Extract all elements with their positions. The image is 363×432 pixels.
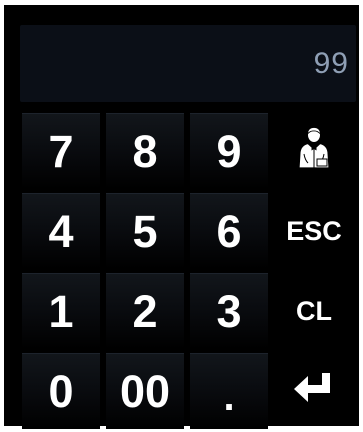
key-3-label: 3: [216, 286, 242, 337]
key-8-label: 8: [132, 126, 158, 177]
enter-button[interactable]: [272, 353, 356, 429]
key-decimal[interactable]: .: [190, 353, 268, 429]
key-0[interactable]: 0: [22, 353, 100, 429]
key-1[interactable]: 1: [22, 273, 100, 349]
waiter-icon: [295, 126, 333, 177]
display-value: 99: [313, 47, 349, 80]
key-2-label: 2: [132, 286, 158, 337]
key-00[interactable]: 00: [106, 353, 184, 429]
key-2[interactable]: 2: [106, 273, 184, 349]
key-6-label: 6: [216, 206, 242, 257]
key-00-label: 00: [119, 366, 171, 417]
key-4[interactable]: 4: [22, 193, 100, 269]
key-9[interactable]: 9: [190, 113, 268, 189]
amount-display: 99: [20, 25, 356, 102]
escape-button[interactable]: ESC: [272, 193, 356, 269]
key-8[interactable]: 8: [106, 113, 184, 189]
key-4-label: 4: [48, 206, 74, 257]
clear-label: CL: [296, 295, 332, 326]
key-5[interactable]: 5: [106, 193, 184, 269]
enter-arrow-icon: [292, 371, 336, 412]
key-0-label: 0: [48, 366, 74, 417]
key-1-label: 1: [48, 286, 74, 337]
key-7[interactable]: 7: [22, 113, 100, 189]
key-3[interactable]: 3: [190, 273, 268, 349]
key-7-label: 7: [48, 126, 74, 177]
clear-button[interactable]: CL: [272, 273, 356, 349]
key-5-label: 5: [132, 206, 158, 257]
escape-label: ESC: [286, 215, 342, 246]
key-decimal-label: .: [223, 374, 235, 419]
key-6[interactable]: 6: [190, 193, 268, 269]
key-9-label: 9: [216, 126, 242, 177]
numeric-keypad: 99 7 8 9 4 5 6 ESC 1 2 3 CL 0 00 .: [4, 5, 359, 429]
waiter-button[interactable]: [272, 113, 356, 189]
